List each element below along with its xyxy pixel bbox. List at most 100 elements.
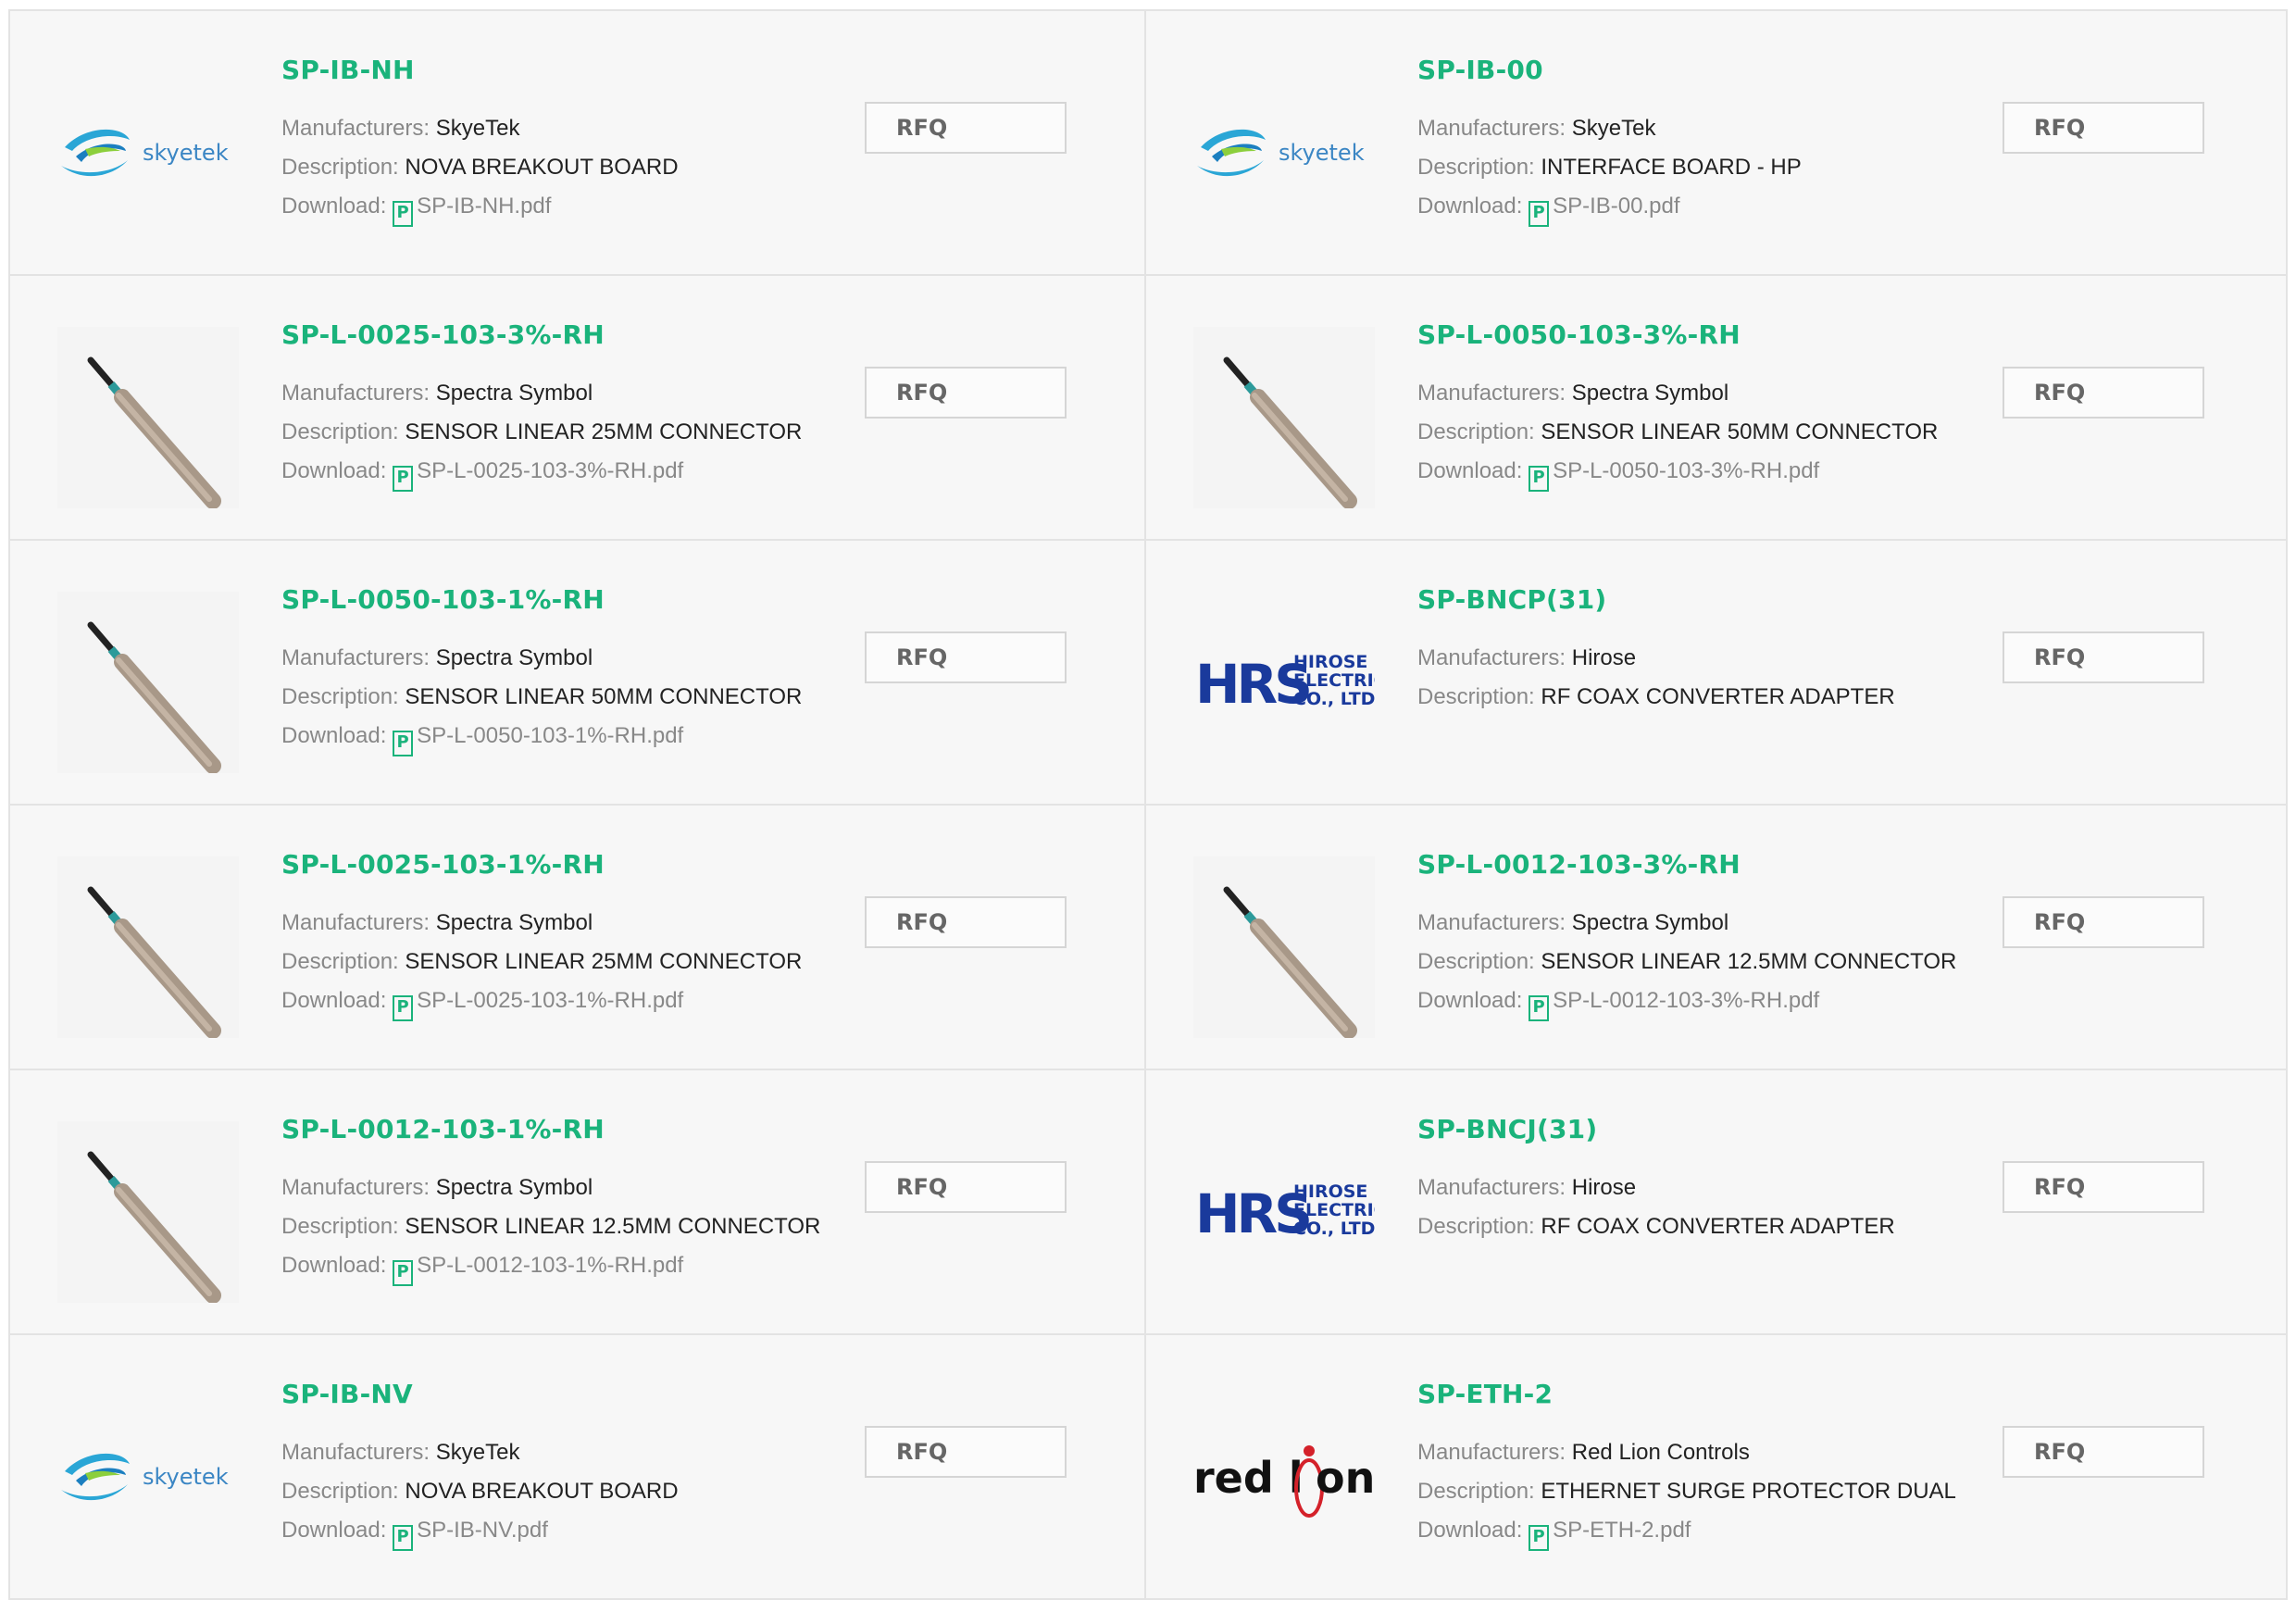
part-number-link[interactable]: SP-IB-NH [281,55,679,85]
product-thumbnail[interactable] [1193,856,1375,1039]
description-row-label: Description: [281,949,399,975]
rfq-button[interactable]: RFQ [2003,367,2204,419]
product-thumbnail[interactable]: HRS HIROSE ELECTRIC CO., LTD. [1193,592,1387,773]
download-row-value[interactable]: SP-IB-NV.pdf [417,1518,548,1543]
part-number-link[interactable]: SP-L-0025-103-1%-RH [281,849,802,880]
part-number-link[interactable]: SP-BNCP(31) [1417,584,1895,615]
description-row: Description: RF COAX CONVERTER ADAPTER [1417,1207,1895,1246]
description-row-value: SENSOR LINEAR 50MM CONNECTOR [405,684,803,710]
part-number-link[interactable]: SP-IB-NV [281,1379,679,1409]
part-number-link[interactable]: SP-L-0050-103-1%-RH [281,584,802,615]
part-number-link[interactable]: SP-L-0012-103-1%-RH [281,1114,820,1144]
description-row-value: SENSOR LINEAR 25MM CONNECTOR [405,419,803,445]
download-row-value[interactable]: SP-L-0050-103-3%-RH.pdf [1553,458,1819,483]
download-row-label: Download: [1417,194,1523,219]
manufacturer-row-value: Hirose [1571,645,1637,671]
download-row-value[interactable]: SP-IB-00.pdf [1553,194,1679,219]
pdf-icon[interactable]: P [393,1260,414,1287]
download-row: Download: P SP-L-0050-103-3%-RH.pdf [1417,452,1938,493]
svg-text:red l: red l [1193,1453,1304,1503]
manufacturer-row-value: Red Lion Controls [1571,1440,1750,1466]
download-row: Download: P SP-L-0012-103-3%-RH.pdf [1417,981,1956,1022]
skyetek-logo: skyetek [61,1453,229,1501]
download-row-label: Download: [281,1518,387,1544]
download-row-value[interactable]: SP-ETH-2.pdf [1553,1518,1691,1543]
download-row: Download: P SP-ETH-2.pdf [1417,1511,1956,1552]
rfq-button[interactable]: RFQ [2003,1426,2204,1478]
description-row-value: NOVA BREAKOUT BOARD [405,155,679,181]
product-thumbnail[interactable] [57,592,239,774]
product-thumbnail[interactable] [57,1121,239,1304]
download-row-value[interactable]: SP-L-0012-103-1%-RH.pdf [417,1253,683,1278]
svg-text:ELECTRIC: ELECTRIC [1293,670,1375,691]
pdf-icon[interactable]: P [393,995,414,1022]
product-card: skyetek SP-IB-00 Manufacturers: SkyeTek De… [1146,11,2288,276]
rfq-button[interactable]: RFQ [2003,631,2204,683]
product-thumbnail[interactable] [57,856,239,1039]
pdf-icon[interactable]: P [1529,466,1550,493]
pdf-icon[interactable]: P [393,466,414,493]
manufacturer-row-value: Hirose [1571,1175,1637,1201]
download-row: Download: P SP-L-0012-103-1%-RH.pdf [281,1246,820,1287]
pdf-icon[interactable]: P [1529,995,1550,1022]
product-thumbnail[interactable] [1193,327,1375,509]
product-card: skyetek SP-IB-NV Manufacturers: SkyeTek De… [8,1335,1146,1600]
download-row-value[interactable]: SP-L-0025-103-3%-RH.pdf [417,458,683,483]
manufacturer-row-label: Manufacturers: [281,910,430,936]
rfq-button[interactable]: RFQ [2003,896,2204,948]
pdf-icon[interactable]: P [393,201,414,228]
download-row-label: Download: [1417,988,1523,1014]
manufacturer-row-label: Manufacturers: [1417,910,1566,936]
part-number-link[interactable]: SP-BNCJ(31) [1417,1114,1895,1144]
manufacturer-row: Manufacturers: SkyeTek [281,1433,679,1472]
download-row-value[interactable]: SP-IB-NH.pdf [417,194,551,219]
product-thumbnail[interactable]: red l on [1193,1386,1375,1568]
download-row-value[interactable]: SP-L-0012-103-3%-RH.pdf [1553,988,1819,1013]
part-number-link[interactable]: SP-IB-00 [1417,55,1802,85]
product-thumbnail[interactable]: skyetek [57,62,239,244]
rfq-button[interactable]: RFQ [2003,102,2204,154]
description-row-label: Description: [1417,1214,1535,1240]
product-thumbnail[interactable]: skyetek [57,1386,239,1568]
product-info: SP-L-0050-103-1%-RH Manufacturers: Spectr… [281,584,803,757]
product-thumbnail[interactable]: skyetek [1193,62,1375,244]
product-info: SP-IB-NH Manufacturers: SkyeTek Descriptio… [281,55,679,228]
manufacturer-row-label: Manufacturers: [281,381,430,406]
description-row: Description: SENSOR LINEAR 25MM CONNECTO… [281,943,802,981]
description-row-label: Description: [1417,155,1535,181]
rfq-button[interactable]: RFQ [865,1426,1067,1478]
pdf-icon[interactable]: P [393,1525,414,1552]
product-card: SP-L-0050-103-3%-RH Manufacturers: Spectr… [1146,276,2288,541]
rfq-button[interactable]: RFQ [865,631,1067,683]
manufacturer-row: Manufacturers: Hirose [1417,1169,1895,1207]
pdf-icon[interactable]: P [1529,201,1550,228]
part-number-link[interactable]: SP-L-0012-103-3%-RH [1417,849,1956,880]
part-number-link[interactable]: SP-ETH-2 [1417,1379,1956,1409]
part-number-link[interactable]: SP-L-0025-103-3%-RH [281,319,802,350]
pdf-icon[interactable]: P [393,731,414,757]
product-info: SP-L-0012-103-3%-RH Manufacturers: Spectr… [1417,849,1956,1022]
download-row-label: Download: [281,988,387,1014]
svg-text:skyetek: skyetek [1279,140,1365,166]
product-thumbnail[interactable]: HRS HIROSE ELECTRIC CO., LTD. [1193,1121,1387,1303]
pdf-icon[interactable]: P [1529,1525,1550,1552]
skyetek-logo: skyetek [61,129,229,177]
rfq-button[interactable]: RFQ [865,1161,1067,1213]
svg-text:on: on [1316,1453,1375,1503]
rfq-button[interactable]: RFQ [2003,1161,2204,1213]
description-row-value: RF COAX CONVERTER ADAPTER [1541,684,1895,710]
manufacturer-row: Manufacturers: Red Lion Controls [1417,1433,1956,1472]
rfq-button[interactable]: RFQ [865,367,1067,419]
manufacturer-row-label: Manufacturers: [1417,381,1566,406]
product-info: SP-L-0025-103-1%-RH Manufacturers: Spectr… [281,849,802,1022]
manufacturer-row-value: Spectra Symbol [435,645,593,671]
rfq-button[interactable]: RFQ [865,896,1067,948]
download-row-value[interactable]: SP-L-0025-103-1%-RH.pdf [417,988,683,1013]
manufacturer-row-label: Manufacturers: [1417,645,1566,671]
download-row-value[interactable]: SP-L-0050-103-1%-RH.pdf [417,723,683,748]
description-row-label: Description: [1417,1479,1535,1505]
rfq-button[interactable]: RFQ [865,102,1067,154]
manufacturer-row-value: Spectra Symbol [435,910,593,936]
part-number-link[interactable]: SP-L-0050-103-3%-RH [1417,319,1938,350]
product-thumbnail[interactable] [57,327,239,509]
